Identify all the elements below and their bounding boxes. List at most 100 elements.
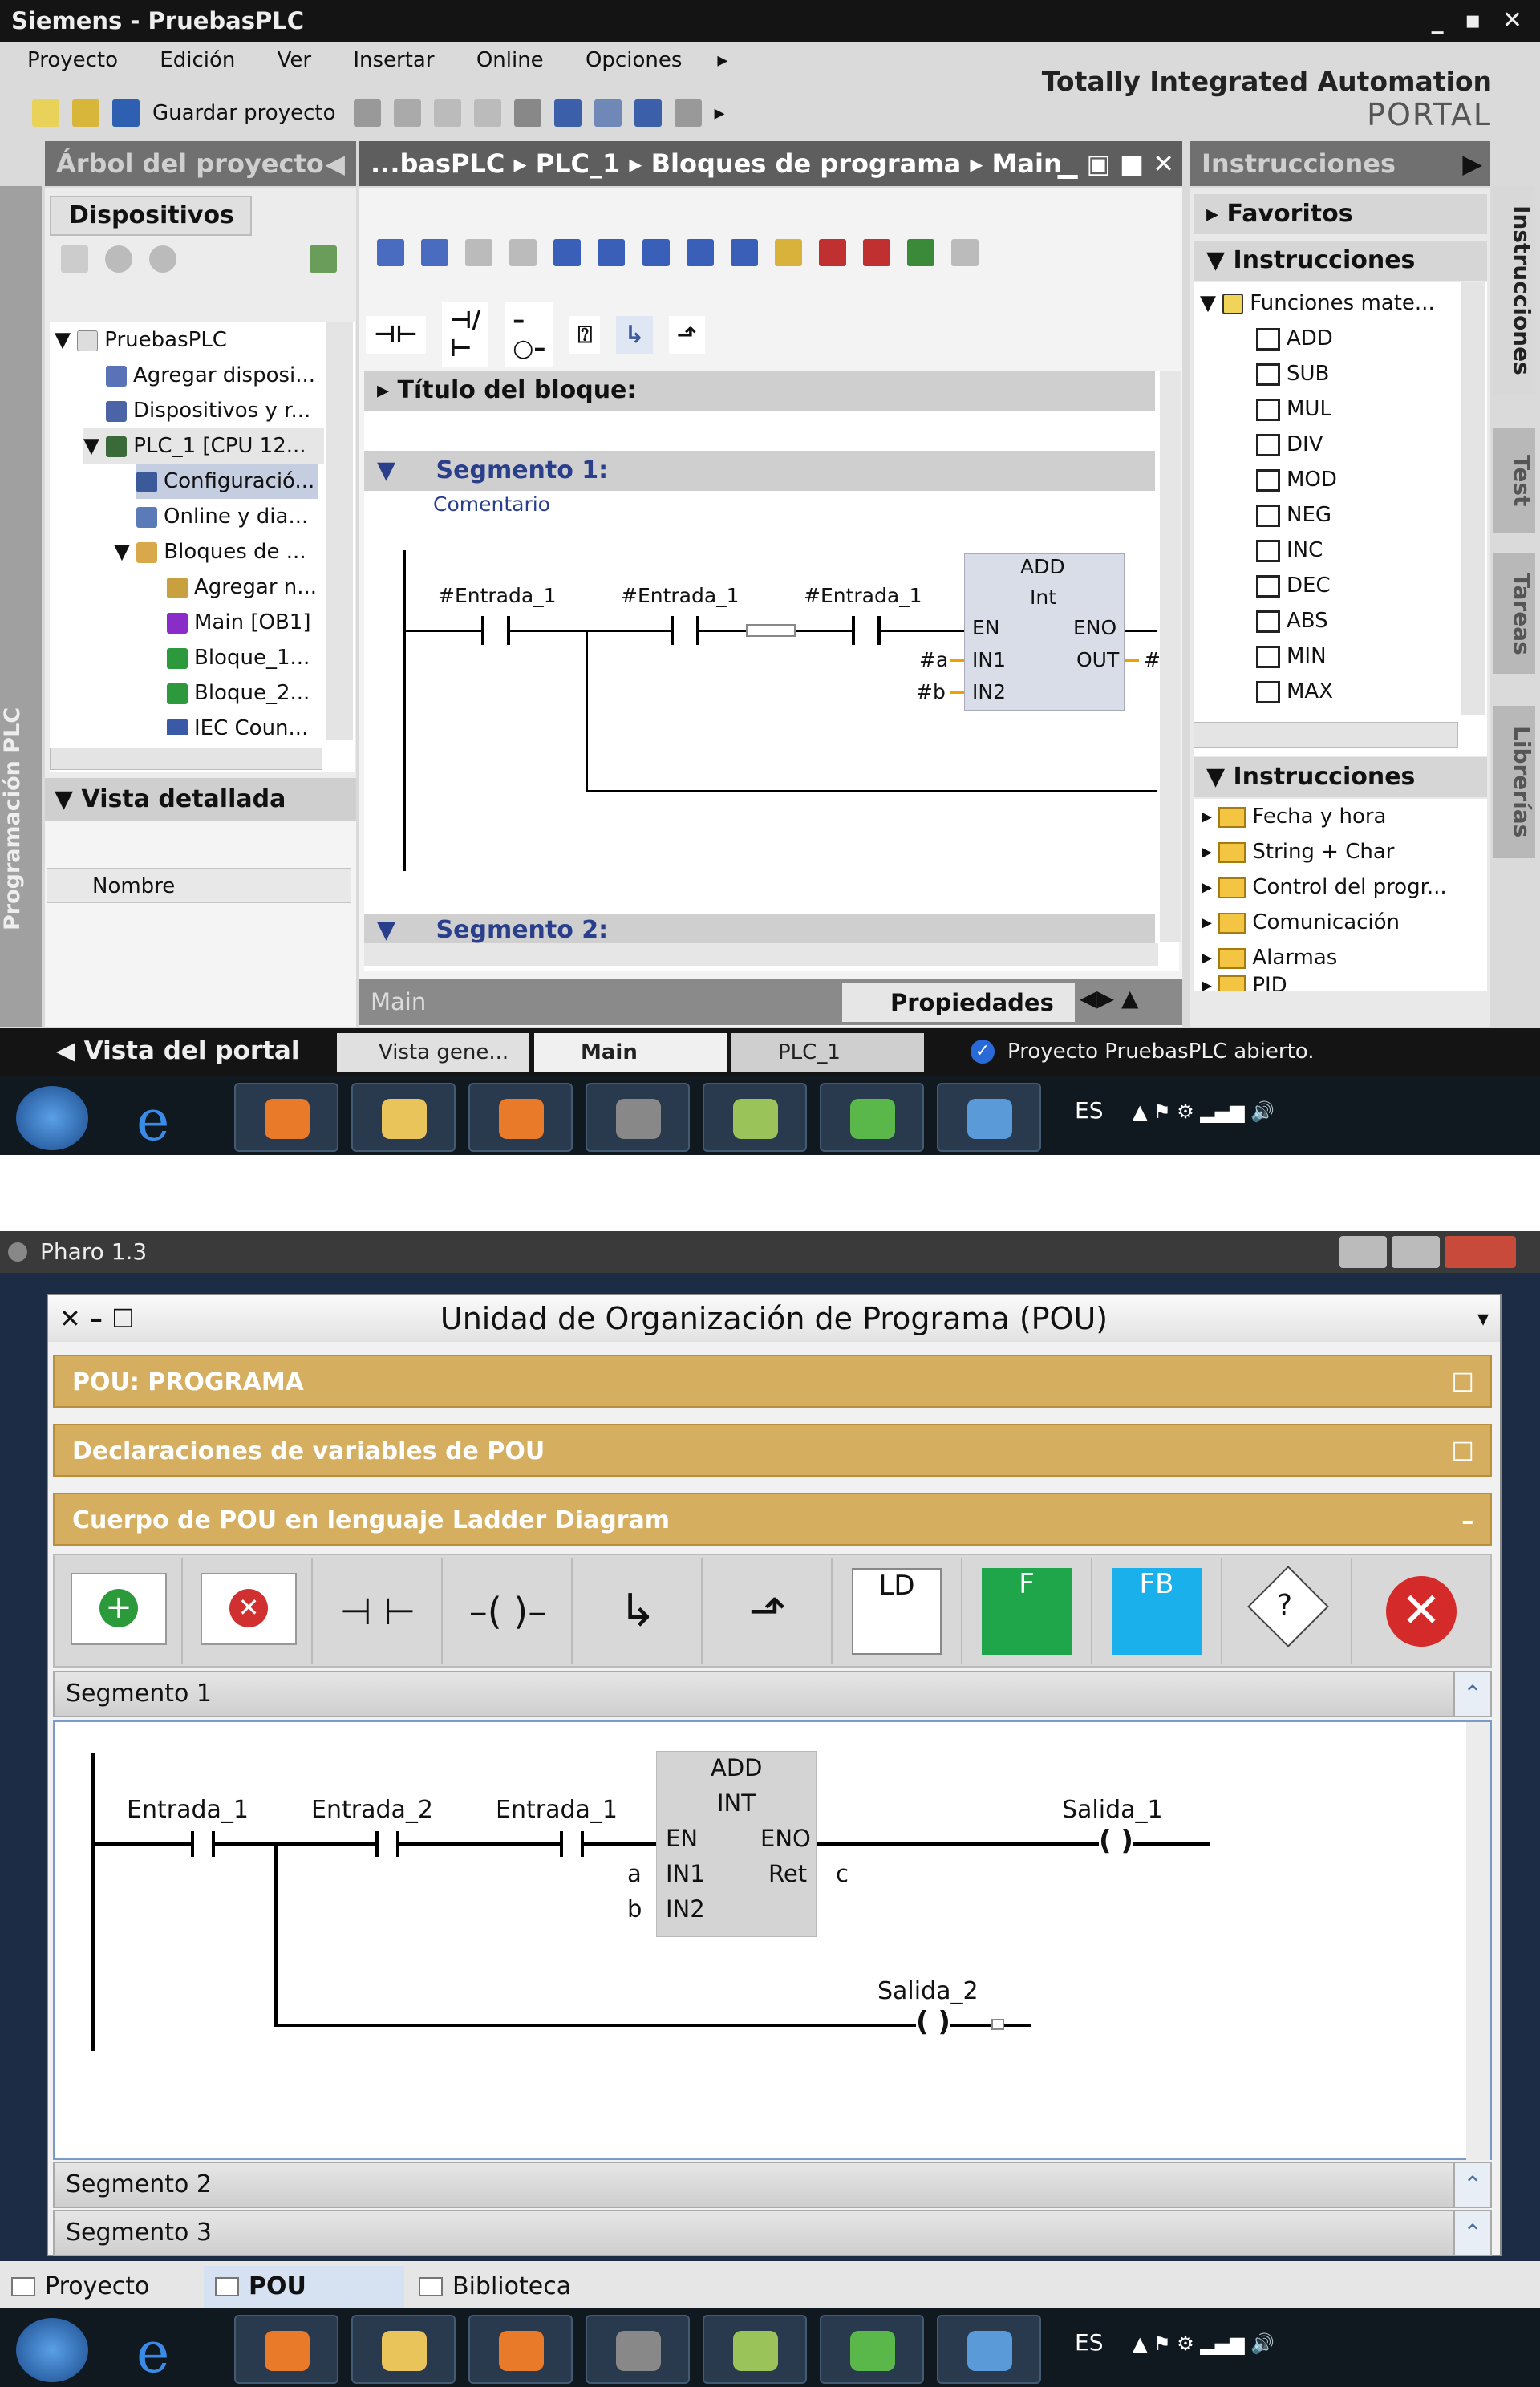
contact-2-label[interactable]: #Entrada_1	[621, 584, 740, 607]
block-title-header[interactable]: ▸ Título del bloque:	[364, 371, 1155, 411]
properties-tab[interactable]: Propiedades	[842, 983, 1075, 1022]
breadcrumb-3[interactable]: Bloques de programa	[651, 148, 962, 179]
tool-icon-13[interactable]	[907, 239, 935, 266]
instr-dec[interactable]: DEC	[1256, 568, 1331, 603]
instr-min[interactable]: MIN	[1256, 638, 1327, 674]
tree-item-configuracion[interactable]: Configuració...	[136, 464, 318, 499]
folder-alarmas[interactable]: ▸ Alarmas	[1202, 940, 1337, 975]
in1-var[interactable]: a	[627, 1860, 642, 1887]
contact-tool[interactable]: ⊣ ⊢	[314, 1558, 443, 1664]
tree-vscrollbar[interactable]	[326, 322, 353, 740]
paste-icon[interactable]	[473, 99, 501, 127]
in2-var[interactable]: b	[627, 1895, 642, 1923]
folder-fecha-hora[interactable]: ▸ Fecha y hora	[1202, 799, 1387, 834]
taskbar-firefox[interactable]	[234, 2315, 338, 2384]
instr-div[interactable]: DIV	[1256, 427, 1323, 462]
tree-item-devices-networks[interactable]: Dispositivos y r...	[106, 393, 310, 428]
instructions-hscrollbar[interactable]	[1194, 722, 1458, 748]
taskbar-explorer[interactable]	[351, 2315, 456, 2384]
menu-insertar[interactable]: Insertar	[353, 48, 434, 72]
expand-arrow-icon[interactable]: ⌃	[1453, 2163, 1490, 2207]
contact-3-label[interactable]: #Entrada_1	[804, 584, 922, 607]
coil-salida1[interactable]: ( )	[1099, 1825, 1133, 1857]
function-tool[interactable]: F	[964, 1558, 1092, 1664]
instructions-vscrollbar[interactable]	[1461, 282, 1485, 715]
lang-indicator[interactable]: ES	[1075, 1097, 1103, 1124]
detail-col-nombre[interactable]: Nombre	[47, 868, 351, 903]
start-button[interactable]	[16, 1086, 88, 1150]
coil-tool[interactable]: –( )–	[444, 1558, 573, 1664]
expand-icon[interactable]: ▼	[114, 540, 136, 564]
tab-plc1[interactable]: PLC_1	[732, 1033, 924, 1072]
breadcrumb-2[interactable]: PLC_1	[536, 148, 621, 179]
taskbar-tia[interactable]	[586, 2315, 690, 2384]
segment1-header[interactable]: ▼ Segmento 1:	[364, 451, 1155, 491]
tree-item-bloque2[interactable]: Bloque_2...	[167, 675, 310, 711]
instr-max[interactable]: MAX	[1256, 674, 1333, 709]
delete-network-icon[interactable]	[421, 239, 449, 266]
comment-icon[interactable]	[642, 239, 670, 266]
insert-network-icon[interactable]	[377, 239, 404, 266]
taskbar-explorer[interactable]	[351, 1083, 456, 1152]
folder-control-programa[interactable]: ▸ Control del progr...	[1202, 869, 1447, 905]
taskbar-tia[interactable]	[586, 1083, 690, 1152]
maximize-button[interactable]	[1392, 1236, 1440, 1268]
menu-ver[interactable]: Ver	[278, 48, 311, 72]
taskbar-firefox[interactable]	[234, 1083, 338, 1152]
pou-programa-panel[interactable]: POU: PROGRAMA ☐	[53, 1355, 1492, 1408]
empty-box-icon[interactable]: ⍰	[569, 315, 601, 354]
ie-icon[interactable]: e	[136, 1088, 169, 1153]
window-menu-icon[interactable]: ▾	[1477, 1295, 1489, 1342]
expand-arrow-icon[interactable]: ⌃	[1453, 2211, 1490, 2255]
instr-add[interactable]: ADD	[1256, 321, 1333, 356]
taskbar-media[interactable]	[468, 2315, 573, 2384]
coil-salida2[interactable]: ( )	[916, 2006, 950, 2038]
branch-close-tool[interactable]: ⬏	[704, 1558, 833, 1664]
tree-back-icon[interactable]	[105, 245, 133, 273]
advanced-instructions-header[interactable]: ▼ Instrucciones ava...	[1194, 757, 1487, 831]
instructions-section-header[interactable]: ▼ Instrucciones	[1194, 241, 1487, 281]
group-math-functions[interactable]: ▼ Funciones mate...	[1200, 286, 1457, 321]
out-operand[interactable]: #	[1144, 648, 1161, 671]
pou-declarations-panel[interactable]: Declaraciones de variables de POU ☐	[53, 1424, 1492, 1477]
tree-item-bloque1[interactable]: Bloque_1...	[167, 640, 310, 675]
cut-icon[interactable]	[393, 99, 421, 127]
new-project-icon[interactable]	[32, 99, 59, 127]
tree-item-iec[interactable]: IEC Coun...	[167, 711, 308, 735]
tab-main[interactable]: Main	[534, 1033, 727, 1072]
contact-label-2[interactable]: Entrada_2	[311, 1796, 433, 1824]
window-controls[interactable]: _ ▪ ✕	[1432, 0, 1529, 42]
segment3-header[interactable]: Segmento 3 ⌃	[53, 2210, 1492, 2256]
tree-new-icon[interactable]	[61, 245, 88, 273]
menu-proyecto[interactable]: Proyecto	[27, 48, 118, 72]
instr-neg[interactable]: NEG	[1256, 497, 1331, 533]
ie-icon[interactable]: e	[136, 2320, 169, 2385]
tray-icons[interactable]: ▲ ⚑ ⚙ ▂▄▆ 🔊	[1133, 2332, 1275, 2355]
close-branch-icon[interactable]: ⬏	[668, 315, 705, 354]
folder-string-char[interactable]: ▸ String + Char	[1202, 834, 1395, 869]
in1-operand[interactable]: #a	[919, 648, 948, 671]
tree-item-main[interactable]: Main [OB1]	[167, 605, 310, 640]
compile-icon[interactable]	[553, 99, 582, 127]
contact-entrada1b[interactable]	[560, 1831, 584, 1857]
print-icon[interactable]	[353, 99, 381, 127]
tree-item-project[interactable]: ▼ PruebasPLC	[55, 322, 227, 358]
expand-icon[interactable]: ▼	[55, 328, 77, 352]
toolbar-more-arrow[interactable]: ▸	[715, 101, 725, 125]
tab-overview[interactable]: Vista gene...	[337, 1033, 529, 1072]
collapse-icon[interactable]: –	[1461, 1494, 1474, 1547]
editor-vscrollbar[interactable]	[1160, 371, 1181, 942]
contact-1[interactable]	[481, 616, 510, 645]
contact-entrada1[interactable]	[191, 1831, 215, 1857]
expand-icon[interactable]: ▼	[83, 434, 106, 458]
tree-item-plc1[interactable]: ▼ PLC_1 [CPU 12...	[83, 428, 324, 464]
folder-pid[interactable]: ▸ PID	[1202, 975, 1287, 991]
start-button[interactable]	[16, 2318, 88, 2382]
tool-icon-8[interactable]	[686, 239, 714, 266]
expand-box-icon[interactable]: ☐	[1451, 1425, 1474, 1478]
upload-icon[interactable]	[634, 99, 662, 127]
contact-entrada2[interactable]	[375, 1831, 399, 1857]
side-tab-test[interactable]: Test	[1493, 428, 1535, 533]
nc-contact-icon[interactable]: ⊣/⊢	[441, 302, 489, 367]
menu-more-arrow[interactable]: ▸	[717, 48, 727, 72]
